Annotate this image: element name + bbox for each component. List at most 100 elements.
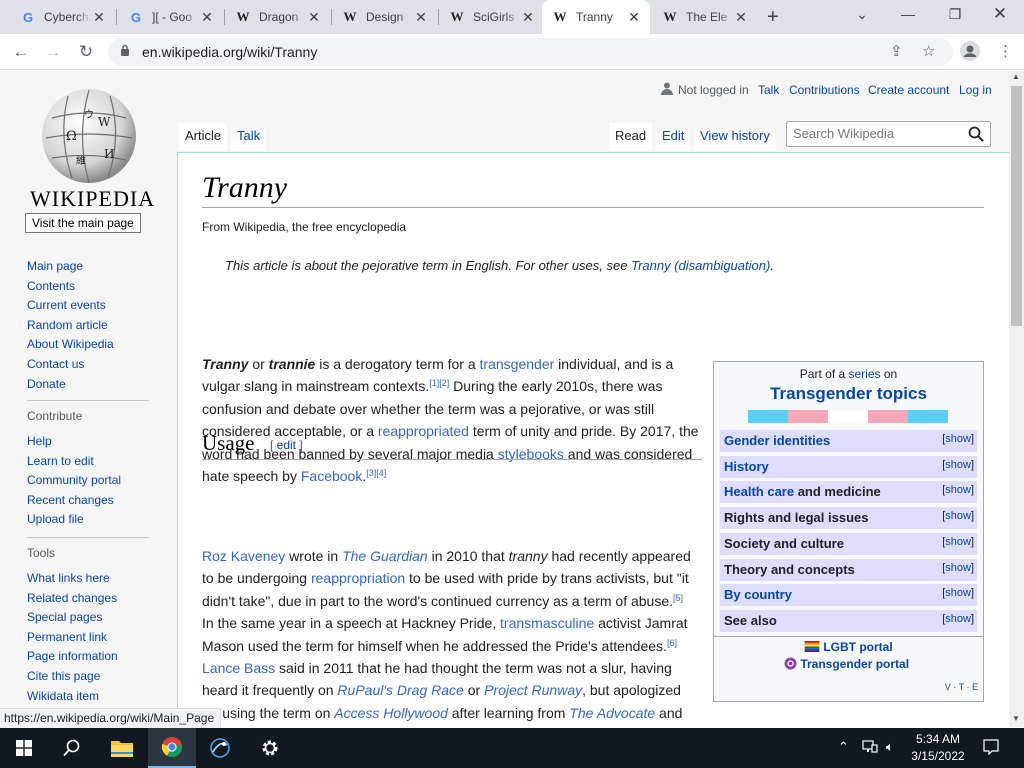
navbox-row-health-care[interactable]: Health care and medicine [show]: [720, 481, 977, 503]
link-reappropriation[interactable]: reappropriation: [311, 570, 405, 586]
show-toggle[interactable]: [show]: [942, 536, 974, 548]
network-icon[interactable]: [862, 739, 878, 756]
sidebar-item-permanent-link[interactable]: Permanent link: [27, 628, 118, 648]
search-icon[interactable]: [968, 126, 984, 142]
browser-tab-active[interactable]: W Tranny ✕: [542, 0, 650, 34]
url-text[interactable]: en.wikipedia.org/wiki/Tranny: [142, 44, 317, 60]
sidebar-item-upload-file[interactable]: Upload file: [27, 510, 121, 530]
navbox-row-by-country[interactable]: By country [show]: [720, 584, 977, 606]
menu-kebab-icon[interactable]: ⋮: [998, 42, 1013, 60]
sidebar-item-page-information[interactable]: Page information: [27, 647, 118, 667]
sidebar-item-contact[interactable]: Contact us: [27, 355, 114, 375]
show-toggle[interactable]: [show]: [942, 587, 974, 599]
show-toggle[interactable]: [show]: [942, 613, 974, 625]
series-link[interactable]: series: [849, 367, 881, 381]
tab-search-icon[interactable]: ⌄: [852, 6, 872, 23]
sidebar-item-recent-changes[interactable]: Recent changes: [27, 491, 121, 511]
settings-gear-icon[interactable]: [246, 728, 294, 768]
navbox-row-gender-identities[interactable]: Gender identities [show]: [720, 430, 977, 452]
sidebar-item-main-page[interactable]: Main page: [27, 257, 114, 277]
maximize-icon[interactable]: ❐: [945, 6, 965, 23]
bookmark-star-icon[interactable]: ☆: [922, 42, 935, 60]
show-toggle[interactable]: [show]: [942, 433, 974, 445]
close-icon[interactable]: ✕: [91, 9, 107, 26]
sidebar-item-learn-to-edit[interactable]: Learn to edit: [27, 452, 121, 472]
tab-talk[interactable]: Talk: [231, 123, 267, 151]
close-icon[interactable]: ✕: [413, 9, 429, 26]
profile-icon[interactable]: [960, 41, 980, 65]
transgender-portal-link[interactable]: Transgender portal: [784, 657, 909, 671]
link-transmasculine[interactable]: transmasculine: [500, 615, 594, 631]
windows-start-icon[interactable]: [0, 728, 48, 768]
show-toggle[interactable]: [show]: [942, 459, 974, 471]
address-bar[interactable]: en.wikipedia.org/wiki/Tranny: [108, 38, 953, 66]
close-icon[interactable]: ✕: [306, 9, 322, 26]
sidebar-item-related-changes[interactable]: Related changes: [27, 589, 118, 609]
sidebar-item-random-article[interactable]: Random article: [27, 316, 114, 336]
file-explorer-icon[interactable]: [98, 728, 146, 768]
volume-icon[interactable]: 🔈︎: [886, 739, 894, 755]
browser-tab[interactable]: G Cyberch ✕: [10, 0, 115, 34]
tab-view-history[interactable]: View history: [694, 123, 776, 151]
navbox-row-society[interactable]: Society and culture [show]: [720, 533, 977, 555]
system-clock[interactable]: 5:34 AM 3/15/2022: [905, 731, 971, 765]
browser-tab[interactable]: W Design ✕: [332, 0, 437, 34]
show-toggle[interactable]: [show]: [942, 562, 974, 574]
search-icon[interactable]: [48, 728, 96, 768]
browser-tab[interactable]: W The Ele ✕: [652, 0, 757, 34]
share-icon[interactable]: ⇪: [890, 42, 903, 60]
close-icon[interactable]: ✕: [733, 9, 749, 26]
sidebar-item-community-portal[interactable]: Community portal: [27, 471, 121, 491]
contributions-link[interactable]: Contributions: [789, 83, 860, 97]
navbox-row-see-also[interactable]: See also [show]: [720, 610, 977, 632]
show-hidden-icons-icon[interactable]: ⌃: [838, 739, 849, 755]
section-edit-link[interactable]: [ edit ]: [270, 438, 303, 452]
create-account-link[interactable]: Create account: [868, 83, 949, 97]
forward-icon[interactable]: →: [42, 41, 64, 63]
browser-tab[interactable]: W Dragon ✕: [225, 0, 330, 34]
scrollbar-thumb[interactable]: [1011, 86, 1022, 326]
show-toggle[interactable]: [show]: [942, 484, 974, 496]
sidebar-item-about[interactable]: About Wikipedia: [27, 335, 114, 355]
new-tab-icon[interactable]: +: [767, 6, 779, 29]
link-lance-bass[interactable]: Lance Bass: [202, 660, 275, 676]
browser-tab[interactable]: G ][ - Goo ✕: [118, 0, 223, 34]
link-transgender[interactable]: transgender: [480, 356, 555, 372]
close-icon[interactable]: ✕: [199, 9, 215, 26]
navbox-row-rights[interactable]: Rights and legal issues [show]: [720, 507, 977, 529]
tab-edit[interactable]: Edit: [656, 123, 691, 151]
tab-read[interactable]: Read: [609, 123, 653, 151]
search-input[interactable]: [793, 126, 963, 141]
sidebar-item-contents[interactable]: Contents: [27, 277, 114, 297]
navbox-row-theory[interactable]: Theory and concepts [show]: [720, 559, 977, 581]
sidebar-item-special-pages[interactable]: Special pages: [27, 608, 118, 628]
chrome-icon[interactable]: [148, 728, 196, 768]
vte-links[interactable]: V · T · E: [945, 682, 978, 692]
talk-link[interactable]: Talk: [758, 83, 779, 97]
show-toggle[interactable]: [show]: [942, 510, 974, 522]
tab-article[interactable]: Article: [179, 123, 228, 151]
series-title[interactable]: Transgender topics: [714, 384, 983, 404]
navbox-row-history[interactable]: History [show]: [720, 456, 977, 478]
notifications-icon[interactable]: [983, 739, 999, 758]
lgbt-portal-link[interactable]: LGBT portal: [804, 640, 893, 654]
link-roz-kaveney[interactable]: Roz Kaveney: [202, 548, 285, 564]
disambiguation-link[interactable]: Tranny (disambiguation): [631, 258, 770, 273]
close-icon[interactable]: ✕: [520, 9, 536, 26]
sidebar-item-current-events[interactable]: Current events: [27, 296, 114, 316]
window-close-icon[interactable]: ✕: [990, 4, 1010, 24]
sidebar-item-what-links-here[interactable]: What links here: [27, 569, 118, 589]
minimize-icon[interactable]: —: [898, 6, 918, 22]
sidebar-item-help[interactable]: Help: [27, 432, 121, 452]
link-reappropriated[interactable]: reappropriated: [378, 423, 469, 439]
sidebar-item-cite-this-page[interactable]: Cite this page: [27, 667, 118, 687]
sidebar-item-donate[interactable]: Donate: [27, 375, 114, 395]
log-in-link[interactable]: Log in: [959, 83, 992, 97]
link-facebook[interactable]: Facebook: [301, 468, 362, 484]
back-icon[interactable]: ←: [10, 41, 32, 63]
network-app-icon[interactable]: [196, 728, 244, 768]
close-icon[interactable]: ✕: [626, 9, 642, 26]
reload-icon[interactable]: ↻: [75, 41, 97, 63]
browser-tab[interactable]: W SciGirls ✕: [439, 0, 544, 34]
sidebar-item-wikidata-item[interactable]: Wikidata item: [27, 687, 118, 707]
